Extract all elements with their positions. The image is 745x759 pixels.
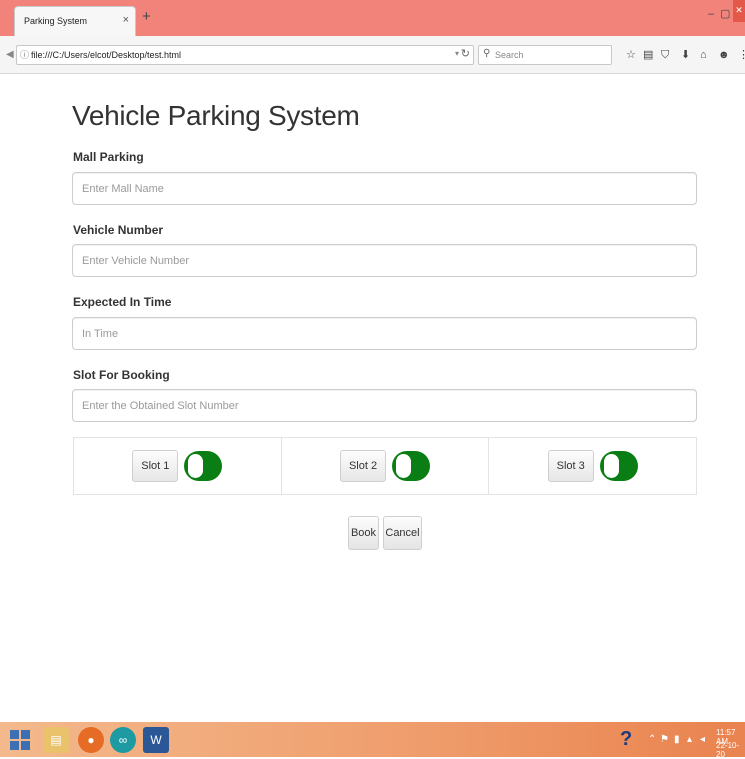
help-icon[interactable]: ?: [620, 728, 638, 750]
tab-close-icon[interactable]: ×: [123, 14, 129, 26]
window-close-icon[interactable]: ✕: [733, 0, 745, 22]
url-text[interactable]: file:///C:/Users/elcot/Desktop/test.html: [31, 50, 181, 60]
back-arrow-icon[interactable]: ◀: [6, 49, 14, 60]
download-icon[interactable]: ⬇: [681, 50, 690, 61]
slot-table: Slot 1 Slot 2 Slot 3: [73, 437, 697, 495]
menu-icon[interactable]: ⋮: [738, 50, 745, 61]
slot-1-toggle[interactable]: [184, 451, 223, 481]
slot-2-button[interactable]: Slot 2: [339, 450, 387, 482]
clock-date[interactable]: 22-10-20: [716, 741, 745, 759]
page-title: Vehicle Parking System: [72, 100, 360, 131]
file-explorer-icon[interactable]: ▤: [43, 727, 69, 753]
expected-in-time-label: Expected In Time: [73, 295, 172, 309]
slot-3-toggle[interactable]: [599, 451, 638, 481]
bookmark-star-icon[interactable]: ☆: [626, 50, 636, 61]
in-time-input[interactable]: [72, 317, 697, 350]
tray-network-icon[interactable]: ⚑: [660, 734, 669, 745]
slot-number-input[interactable]: [72, 389, 697, 422]
tray-signal-icon[interactable]: ▴: [687, 734, 692, 745]
maximize-icon[interactable]: ▢: [720, 7, 730, 20]
tab-title: Parking System: [24, 16, 88, 26]
toggle-knob: [603, 454, 619, 478]
slot-cell-2: Slot 2: [282, 438, 490, 494]
slot-3-button[interactable]: Slot 3: [547, 450, 594, 482]
browser-nav-bar: ◀ ⓘ file:///C:/Users/elcot/Desktop/test.…: [0, 36, 745, 74]
book-button[interactable]: Book: [348, 516, 379, 550]
slot-1-button[interactable]: Slot 1: [132, 450, 179, 482]
home-icon[interactable]: ⌂: [700, 50, 707, 61]
slot-2-toggle[interactable]: [392, 451, 431, 481]
extension-icon[interactable]: ☻: [718, 50, 730, 61]
minimize-icon[interactable]: –: [708, 8, 714, 20]
mall-parking-label: Mall Parking: [73, 150, 144, 164]
mall-name-input[interactable]: [72, 172, 697, 205]
cancel-button[interactable]: Cancel: [383, 516, 422, 550]
address-bar[interactable]: ⓘ file:///C:/Users/elcot/Desktop/test.ht…: [16, 45, 474, 65]
toggle-knob: [188, 454, 204, 478]
reload-icon[interactable]: ↻: [461, 47, 470, 60]
firefox-icon[interactable]: ●: [78, 727, 104, 753]
page-info-icon[interactable]: ⓘ: [20, 48, 29, 61]
windows-start-icon[interactable]: [10, 730, 30, 750]
tray-chevron-icon[interactable]: ⌃: [648, 734, 656, 745]
search-box[interactable]: ⚲ Search: [478, 45, 612, 65]
search-placeholder[interactable]: Search: [495, 50, 524, 60]
browser-tab[interactable]: Parking System ×: [14, 6, 136, 36]
slot-cell-3: Slot 3: [489, 438, 696, 494]
slot-cell-1: Slot 1: [74, 438, 282, 494]
browser-tab-bar: Parking System × + – ▢ ✕: [0, 0, 745, 36]
tray-battery-icon[interactable]: ▮: [674, 734, 680, 745]
slot-for-booking-label: Slot For Booking: [73, 368, 170, 382]
arduino-icon[interactable]: ∞: [110, 727, 136, 753]
vehicle-number-input[interactable]: [72, 244, 697, 277]
taskbar: ▤ ● ∞ W ? ⌃ ⚑ ▮ ▴ ◂ 11:57 AM 22-10-20: [0, 722, 745, 759]
vehicle-number-label: Vehicle Number: [73, 223, 164, 237]
reading-list-icon[interactable]: ▤: [643, 50, 653, 61]
pocket-icon[interactable]: ⛉: [661, 50, 669, 61]
new-tab-button[interactable]: +: [142, 9, 151, 24]
url-dropdown-icon[interactable]: ▾: [455, 49, 459, 58]
word-icon[interactable]: W: [143, 727, 169, 753]
search-icon: ⚲: [483, 48, 491, 59]
toggle-knob: [396, 454, 412, 478]
tray-volume-icon[interactable]: ◂: [700, 734, 705, 745]
